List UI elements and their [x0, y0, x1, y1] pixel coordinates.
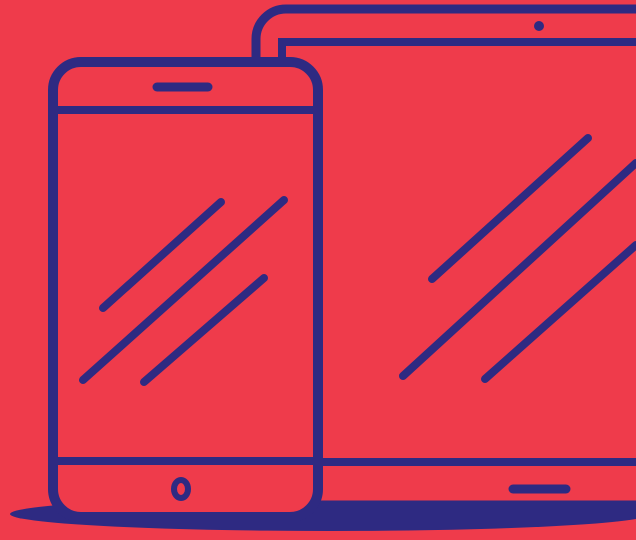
tablet-camera: [534, 21, 544, 31]
devices-illustration: [0, 0, 636, 540]
smartphone-icon: [48, 57, 323, 522]
